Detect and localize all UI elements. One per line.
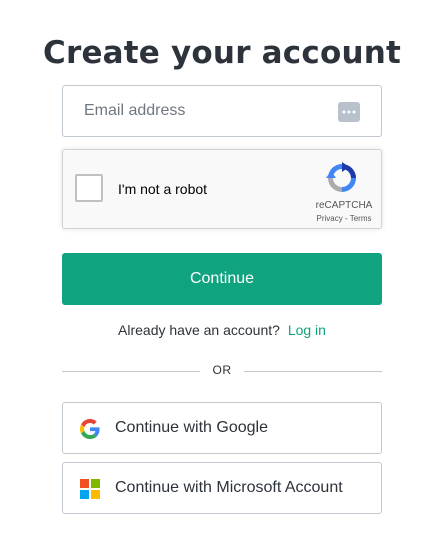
recaptcha-terms: Privacy - Terms — [309, 214, 379, 223]
google-button-label: Continue with Google — [115, 419, 268, 436]
microsoft-icon-green — [91, 479, 100, 488]
recaptcha-brand: reCAPTCHA — [315, 200, 373, 211]
recaptcha-terms-link[interactable]: Terms — [350, 214, 372, 223]
password-manager-icon[interactable] — [338, 102, 360, 122]
continue-button[interactable]: Continue — [62, 253, 382, 305]
divider-text: OR — [212, 363, 232, 377]
or-divider: OR — [62, 362, 382, 380]
recaptcha-logo-icon — [326, 162, 356, 192]
page-title: Create your account — [43, 34, 401, 71]
recaptcha-label: I'm not a robot — [118, 181, 208, 197]
recaptcha-privacy-link[interactable]: Privacy — [317, 214, 343, 223]
microsoft-icon-yellow — [91, 490, 100, 499]
google-icon — [80, 419, 100, 439]
microsoft-icon-blue — [80, 490, 89, 499]
microsoft-button-label: Continue with Microsoft Account — [115, 479, 343, 496]
continue-with-google-button[interactable]: Continue with Google — [62, 402, 382, 454]
divider-line-right — [244, 371, 382, 372]
email-input[interactable] — [63, 86, 381, 136]
email-field[interactable] — [62, 85, 382, 137]
recaptcha-separator: - — [342, 214, 350, 223]
recaptcha-checkbox[interactable] — [75, 174, 103, 202]
continue-with-microsoft-button[interactable]: Continue with Microsoft Account — [62, 462, 382, 514]
microsoft-icon — [80, 479, 100, 499]
login-link[interactable]: Log in — [288, 322, 326, 338]
microsoft-icon-red — [80, 479, 89, 488]
recaptcha-widget: I'm not a robot reCAPTCHA Privacy - Term… — [62, 149, 382, 229]
login-prompt: Already have an account? Log in — [0, 322, 444, 338]
login-prompt-text: Already have an account? — [118, 322, 280, 338]
